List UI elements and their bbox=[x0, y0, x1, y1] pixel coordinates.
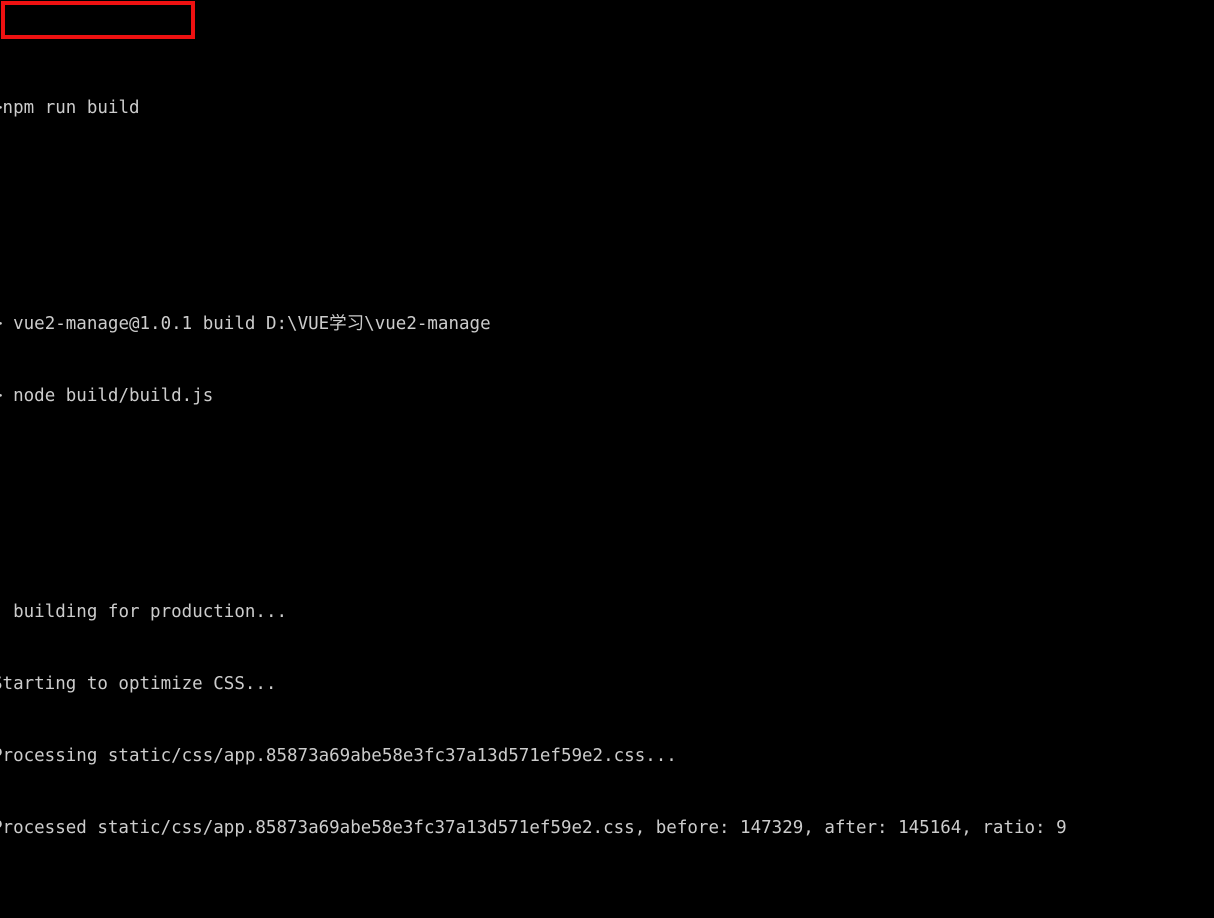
command-text: npm run build bbox=[2, 98, 140, 118]
package-header-line: > vue2-manage@1.0.1 build D:\VUE学习\vue2-… bbox=[0, 312, 1214, 336]
prompt-symbol: > bbox=[0, 386, 3, 406]
terminal-window[interactable]: >npm run build > vue2-manage@1.0.1 build… bbox=[0, 0, 1214, 918]
css-processed-line: Processed static/css/app.85873a69abe58e3… bbox=[0, 818, 1067, 838]
package-header-text: vue2-manage@1.0.1 build D:\VUE学习\vue2-ma… bbox=[13, 314, 491, 334]
prompt-symbol: > bbox=[0, 314, 3, 334]
terminal-screen: >npm run build > vue2-manage@1.0.1 build… bbox=[0, 0, 1214, 918]
css-processing-line: Processing static/css/app.85873a69abe58e… bbox=[0, 746, 677, 766]
building-status-line: - building for production... bbox=[0, 600, 1214, 624]
css-optimize-line: Starting to optimize CSS... bbox=[0, 674, 277, 694]
node-command-text: node build/build.js bbox=[13, 386, 214, 406]
building-status-text: building for production... bbox=[13, 602, 288, 622]
command-line[interactable]: >npm run build bbox=[0, 96, 1214, 120]
node-command-line: > node build/build.js bbox=[0, 384, 1214, 408]
